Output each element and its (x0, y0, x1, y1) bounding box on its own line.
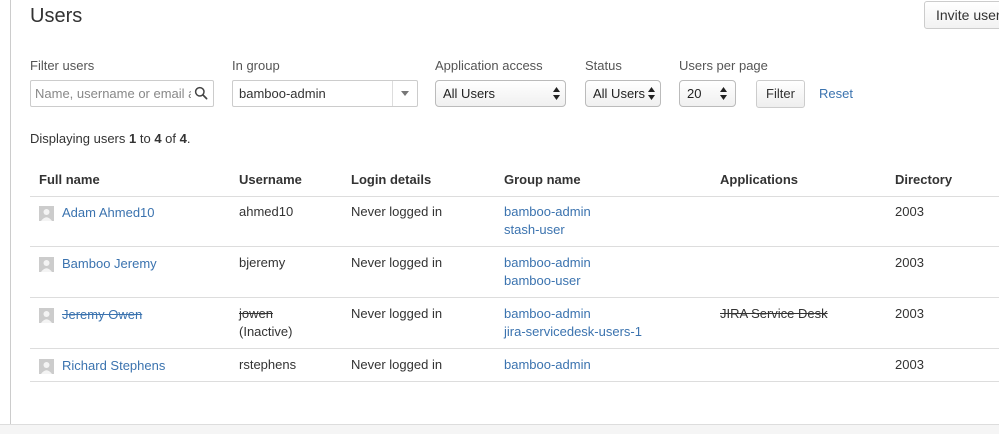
user-login-details: Never logged in (351, 306, 443, 321)
user-avatar-icon (39, 308, 54, 323)
user-full-name-link[interactable]: Richard Stephens (62, 357, 165, 375)
users-per-page-label: Users per page (679, 58, 768, 73)
group-link[interactable]: bamboo-admin (504, 356, 591, 374)
group-link[interactable]: bamboo-user (504, 272, 581, 290)
header-full-name[interactable]: Full name (39, 172, 100, 188)
user-inactive-note: (Inactive) (239, 324, 293, 339)
row-divider (30, 246, 999, 247)
group-link[interactable]: stash-user (504, 221, 565, 239)
search-icon[interactable] (194, 86, 208, 100)
chevron-down-icon[interactable] (401, 91, 409, 96)
filter-users-input[interactable] (31, 81, 191, 106)
invite-users-button[interactable]: Invite users (924, 1, 999, 29)
user-username: rstephens (239, 357, 297, 372)
page-title: Users (30, 5, 83, 27)
user-avatar-icon (39, 257, 54, 272)
header-directory: Directory (895, 172, 953, 187)
header-applications: Applications (720, 172, 799, 187)
summary-suffix: . (186, 131, 191, 146)
user-full-name-link[interactable]: Bamboo Jeremy (62, 255, 157, 273)
user-directory: 2003 (895, 357, 924, 372)
table-bottom-divider (30, 381, 999, 382)
header-login-details: Login details (351, 172, 432, 187)
group-link[interactable]: jira-servicedesk-users-1 (504, 323, 642, 341)
content-left-border (10, 0, 11, 424)
user-login-details: Never logged in (351, 204, 443, 219)
application-access-label: Application access (435, 58, 543, 73)
filter-users-search (30, 80, 214, 107)
header-divider (30, 196, 999, 197)
display-summary: Displaying users 1 to 4 of 4. (30, 131, 190, 147)
application-access-select[interactable]: All Users (435, 80, 566, 107)
reset-link[interactable]: Reset (819, 86, 853, 102)
user-application: JIRA Service Desk (720, 306, 828, 321)
summary-prefix: Displaying users (30, 131, 129, 146)
in-group-select[interactable]: bamboo-admin (232, 80, 418, 107)
in-group-value: bamboo-admin (239, 86, 326, 101)
filter-button[interactable]: Filter (756, 80, 805, 108)
in-group-label: In group (232, 58, 280, 73)
summary-total: 4 (179, 131, 187, 146)
row-divider (30, 348, 999, 349)
user-login-details: Never logged in (351, 357, 443, 372)
user-username: ahmed10 (239, 204, 294, 219)
row-divider (30, 297, 999, 298)
user-directory: 2003 (895, 255, 924, 270)
group-link[interactable]: bamboo-admin (504, 254, 591, 272)
user-directory: 2003 (895, 204, 924, 219)
status-value: All Users (593, 86, 646, 101)
user-username: jowen (239, 306, 273, 321)
summary-end: 4 (154, 131, 162, 146)
status-label: Status (585, 58, 622, 73)
user-username: bjeremy (239, 255, 286, 270)
user-avatar-icon (39, 359, 54, 374)
user-full-name-link[interactable]: Jeremy Owen (62, 306, 142, 324)
status-select[interactable]: All Users (585, 80, 661, 107)
user-avatar-icon (39, 206, 54, 221)
users-per-page-select[interactable]: 20 (679, 80, 736, 107)
select-divider (392, 81, 393, 106)
up-down-arrows-icon (553, 87, 560, 100)
summary-of: of (161, 131, 180, 146)
footer-band (0, 424, 999, 434)
summary-to: to (136, 131, 155, 146)
up-down-arrows-icon (720, 87, 727, 100)
header-group-name: Group name (504, 172, 581, 187)
user-full-name-link[interactable]: Adam Ahmed10 (62, 204, 155, 222)
user-directory: 2003 (895, 306, 924, 321)
user-login-details: Never logged in (351, 255, 443, 270)
group-link[interactable]: bamboo-admin (504, 305, 591, 323)
filter-users-label: Filter users (30, 58, 95, 73)
up-down-arrows-icon (648, 87, 655, 100)
group-link[interactable]: bamboo-admin (504, 203, 591, 221)
users-per-page-value: 20 (687, 86, 702, 101)
application-access-value: All Users (443, 86, 496, 101)
header-username[interactable]: Username (239, 172, 302, 188)
